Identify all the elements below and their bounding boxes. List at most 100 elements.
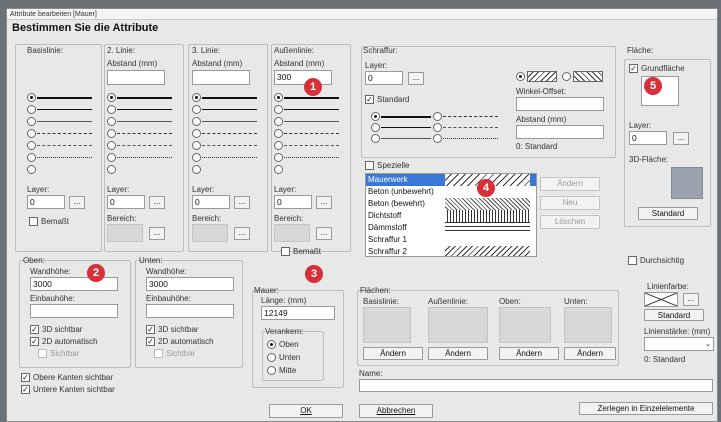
schraffur-pattern-a-radio[interactable] bbox=[516, 72, 525, 81]
schraffur-loeschen-button[interactable]: Löschen bbox=[540, 215, 600, 229]
schraffur-aendern-button[interactable]: Ändern bbox=[540, 177, 600, 191]
mauer-laenge-input[interactable]: 12149 bbox=[261, 306, 335, 320]
linie3-layer-input[interactable]: 0 bbox=[192, 195, 230, 209]
untere-kanten-checkbox[interactable]: ✓ bbox=[21, 385, 30, 394]
basis-style-dotted[interactable] bbox=[27, 153, 36, 162]
basis-layer-browse-button[interactable]: ... bbox=[69, 196, 85, 209]
linie2-abstand-input[interactable] bbox=[107, 70, 165, 85]
linie3-style-dotted[interactable] bbox=[192, 153, 201, 162]
oben-sichtbar-checkbox[interactable] bbox=[38, 349, 47, 358]
schraffur-line-dotted[interactable] bbox=[433, 134, 442, 143]
spezielle-checkbox[interactable] bbox=[365, 161, 374, 170]
schraffur-layer-input[interactable]: 0 bbox=[365, 71, 403, 85]
aussen-style-thin[interactable] bbox=[274, 117, 283, 126]
schraffur-abstand-input[interactable] bbox=[516, 125, 604, 139]
verankern-mitte-radio[interactable] bbox=[267, 366, 276, 375]
flaechen-basislinie-swatch[interactable] bbox=[363, 307, 411, 343]
grundflaeche-checkbox[interactable]: ✓ bbox=[629, 64, 638, 73]
verankern-oben-radio[interactable] bbox=[267, 340, 276, 349]
linie3-style-solid-thick[interactable] bbox=[192, 93, 201, 102]
basis-layer-input[interactable]: 0 bbox=[27, 195, 65, 209]
schraffur-pattern-b-radio[interactable] bbox=[562, 72, 571, 81]
aussen-bemasst-checkbox[interactable] bbox=[281, 247, 290, 256]
linie3-style-none[interactable] bbox=[192, 165, 201, 174]
aussenlinie-abstand-input[interactable]: 300 bbox=[274, 70, 332, 85]
linie2-style-none[interactable] bbox=[107, 165, 116, 174]
unten-sichtbar-checkbox[interactable] bbox=[154, 349, 163, 358]
schraffur-line-dashed[interactable] bbox=[433, 123, 442, 132]
ok-button[interactable]: OK bbox=[269, 404, 343, 418]
abbrechen-button[interactable]: Abbrechen bbox=[359, 404, 433, 418]
name-input[interactable] bbox=[359, 379, 713, 392]
flaechen-aussenlinie-swatch[interactable] bbox=[428, 307, 488, 343]
aussen-bereich-field[interactable] bbox=[274, 224, 310, 242]
linie3-style-solid[interactable] bbox=[192, 105, 201, 114]
flaeche-layer-browse-button[interactable]: ... bbox=[673, 132, 689, 145]
linie3-bereich-field[interactable] bbox=[192, 224, 228, 242]
linie2-style-solid-thick[interactable] bbox=[107, 93, 116, 102]
aussen-style-dashdot[interactable] bbox=[274, 129, 283, 138]
verankern-unten-radio[interactable] bbox=[267, 353, 276, 362]
linie2-bereich-field[interactable] bbox=[107, 224, 143, 242]
linie2-style-dashdot[interactable] bbox=[107, 129, 116, 138]
schraffur-layer-dots-button[interactable]: ... bbox=[408, 72, 424, 85]
flaechen-basislinie-aendern-button[interactable]: Ändern bbox=[363, 347, 423, 360]
unten-2d-automatisch-checkbox[interactable]: ✓ bbox=[146, 337, 155, 346]
aussen-layer-browse-button[interactable]: ... bbox=[316, 196, 332, 209]
linie2-style-thin[interactable] bbox=[107, 117, 116, 126]
obere-kanten-checkbox[interactable]: ✓ bbox=[21, 373, 30, 382]
linie2-layer-input[interactable]: 0 bbox=[107, 195, 145, 209]
schraffur-line-solid-thick[interactable] bbox=[371, 112, 380, 121]
flaechen-aussenlinie-aendern-button[interactable]: Ändern bbox=[428, 347, 488, 360]
schraffur-line-thin[interactable] bbox=[371, 134, 380, 143]
unten-einbauhoehe-input[interactable] bbox=[146, 304, 234, 318]
flaechen-unten-aendern-button[interactable]: Ändern bbox=[564, 347, 616, 360]
linienfarbe-standard-button[interactable]: Standard bbox=[644, 309, 704, 321]
linie3-style-thin[interactable] bbox=[192, 117, 201, 126]
linie2-style-solid[interactable] bbox=[107, 105, 116, 114]
linie2-style-dashed[interactable] bbox=[107, 141, 116, 150]
aussen-style-solid[interactable] bbox=[274, 105, 283, 114]
basis-style-solid[interactable] bbox=[27, 105, 36, 114]
flaeche-layer-input[interactable]: 0 bbox=[629, 131, 667, 145]
flaechen-unten-swatch[interactable] bbox=[564, 307, 612, 343]
oben-3d-sichtbar-checkbox[interactable]: ✓ bbox=[30, 325, 39, 334]
basis-style-dashed[interactable] bbox=[27, 141, 36, 150]
aussen-layer-input[interactable]: 0 bbox=[274, 195, 312, 209]
winkel-offset-input[interactable] bbox=[516, 97, 604, 111]
flaeche-standard-button[interactable]: Standard bbox=[638, 207, 698, 220]
oben-einbauhoehe-input[interactable] bbox=[30, 304, 118, 318]
oben-2d-automatisch-checkbox[interactable]: ✓ bbox=[30, 337, 39, 346]
linie3-style-dashdot[interactable] bbox=[192, 129, 201, 138]
linienfarbe-swatch[interactable] bbox=[644, 292, 678, 307]
schraffur-standard-checkbox[interactable]: ✓ bbox=[365, 95, 374, 104]
aussen-style-dotted[interactable] bbox=[274, 153, 283, 162]
linienstaerke-select[interactable]: ⌄ bbox=[644, 337, 714, 351]
oben-wandhoehe-input[interactable]: 3000 bbox=[30, 277, 118, 291]
schraffur-line-dashdot[interactable] bbox=[433, 112, 442, 121]
flaechen-oben-aendern-button[interactable]: Ändern bbox=[499, 347, 559, 360]
linie3-bereich-browse-button[interactable]: ... bbox=[234, 227, 250, 240]
unten-3d-sichtbar-checkbox[interactable]: ✓ bbox=[146, 325, 155, 334]
durchsichtig-checkbox[interactable] bbox=[628, 256, 637, 265]
flaechen-oben-swatch[interactable] bbox=[499, 307, 551, 343]
zerlegen-button[interactable]: Zerlegen in Einzelelemente bbox=[579, 402, 713, 415]
linie3-abstand-input[interactable] bbox=[192, 70, 250, 85]
unten-wandhoehe-input[interactable]: 3000 bbox=[146, 277, 234, 291]
linie2-bereich-browse-button[interactable]: ... bbox=[149, 227, 165, 240]
schraffur-neu-button[interactable]: Neu bbox=[540, 196, 600, 210]
basis-style-dashdot[interactable] bbox=[27, 129, 36, 138]
aussen-style-solid-thick[interactable] bbox=[274, 93, 283, 102]
basis-style-thin[interactable] bbox=[27, 117, 36, 126]
linie3-layer-browse-button[interactable]: ... bbox=[234, 196, 250, 209]
linienfarbe-browse-button[interactable]: ... bbox=[683, 293, 699, 306]
flaeche3d-color-swatch[interactable] bbox=[671, 167, 703, 199]
linie2-layer-browse-button[interactable]: ... bbox=[149, 196, 165, 209]
aussen-style-none[interactable] bbox=[274, 165, 283, 174]
schraffur-line-solid[interactable] bbox=[371, 123, 380, 132]
aussen-bereich-browse-button[interactable]: ... bbox=[316, 227, 332, 240]
basis-style-none[interactable] bbox=[27, 165, 36, 174]
linie3-style-dashed[interactable] bbox=[192, 141, 201, 150]
basis-style-solid-thick[interactable] bbox=[27, 93, 36, 102]
basis-bemasst-checkbox[interactable] bbox=[29, 217, 38, 226]
